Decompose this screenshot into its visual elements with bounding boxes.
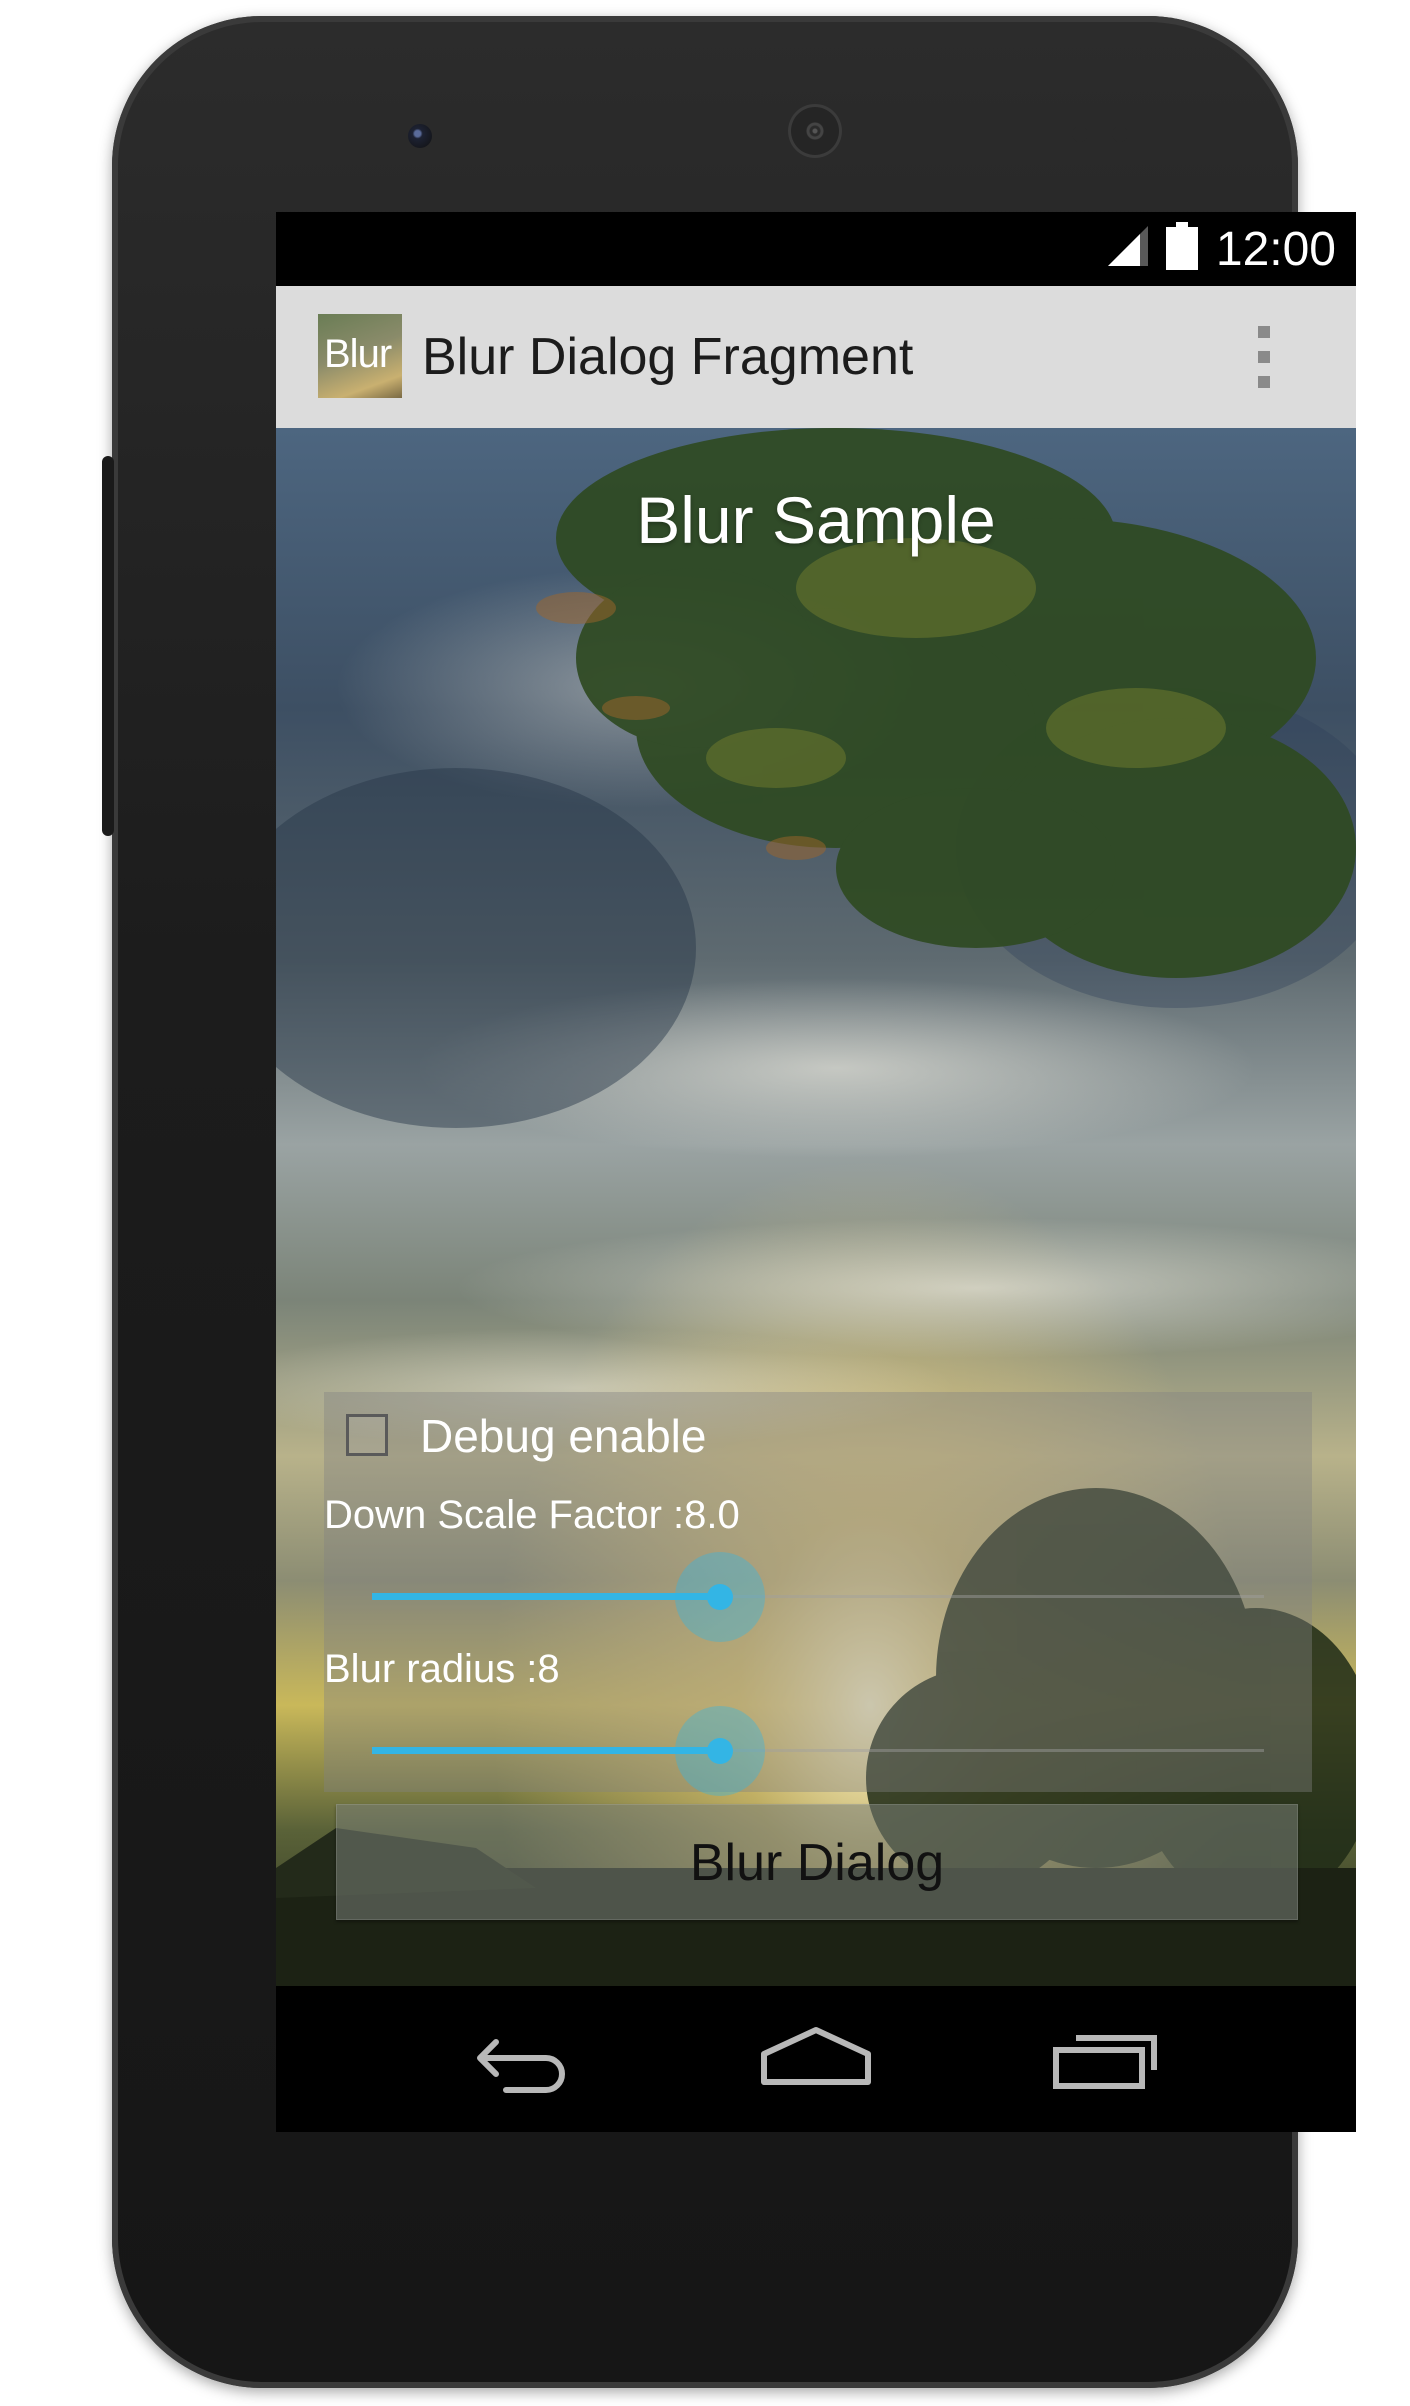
app-icon[interactable]: Blur <box>318 314 402 398</box>
debug-checkbox[interactable] <box>346 1414 388 1456</box>
phone-frame: 12:00 Blur Blur Dialog Fragment Blur Sam… <box>102 16 1356 2388</box>
screen: 12:00 Blur Blur Dialog Fragment Blur Sam… <box>276 212 1356 2132</box>
recent-apps-icon[interactable] <box>1046 2024 1166 2094</box>
down-scale-label: Down Scale Factor :8.0 <box>324 1493 740 1537</box>
slider-fill <box>372 1593 720 1600</box>
action-bar: Blur Blur Dialog Fragment <box>276 286 1356 428</box>
status-bar: 12:00 <box>276 212 1356 286</box>
slider-fill <box>372 1747 720 1754</box>
content-area: Blur Sample Debug enable Down Scale Fact… <box>276 428 1356 1986</box>
blur-dialog-button[interactable]: Blur Dialog <box>336 1804 1298 1920</box>
battery-full-icon <box>1166 222 1198 270</box>
front-camera <box>408 124 432 148</box>
proximity-sensor <box>1072 126 1088 142</box>
volume-button <box>102 456 114 836</box>
app-title: Blur Dialog Fragment <box>422 328 914 386</box>
slider-thumb[interactable] <box>674 1552 765 1642</box>
cell-signal-icon <box>1108 226 1148 266</box>
sample-title: Blur Sample <box>636 483 996 557</box>
overflow-menu-icon[interactable] <box>1254 324 1274 390</box>
home-icon[interactable] <box>756 2024 876 2094</box>
blur-radius-slider[interactable] <box>372 1706 1264 1796</box>
status-time: 12:00 <box>1215 223 1336 276</box>
blur-radius-label: Blur radius :8 <box>324 1647 560 1691</box>
light-sensor <box>1112 126 1128 142</box>
controls-panel: Debug enable Down Scale Factor :8.0 Blur… <box>324 1392 1312 1796</box>
back-icon[interactable] <box>466 2024 586 2094</box>
down-scale-slider[interactable] <box>372 1552 1264 1642</box>
navigation-bar <box>276 1986 1356 2132</box>
slider-thumb[interactable] <box>674 1706 765 1796</box>
app-icon-label: Blur <box>324 332 392 376</box>
debug-checkbox-label[interactable]: Debug enable <box>420 1408 706 1464</box>
earpiece-speaker <box>788 104 842 158</box>
